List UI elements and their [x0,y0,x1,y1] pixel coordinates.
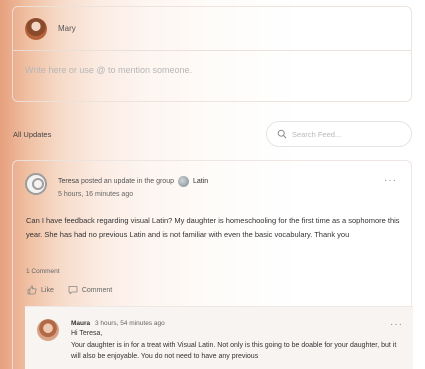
post-header: Teresa posted an update in the group Lat… [25,173,208,198]
feed-title: All Updates [13,129,52,139]
comment-greeting: Hi Teresa, [71,330,103,337]
search-input[interactable] [292,129,402,139]
comment-header: Maura 3 hours, 54 minutes ago [71,320,401,327]
comment-count[interactable]: 1 Comment [26,268,60,275]
comment-more-options-button[interactable]: ··· [390,319,403,330]
avatar[interactable] [37,319,59,341]
composer-user-name[interactable]: Mary [58,24,76,33]
comment-text: Hi Teresa, Your daughter is in for a tre… [71,328,401,363]
post-composer: Mary [12,6,412,102]
post-meta: Teresa posted an update in the group Lat… [58,176,208,198]
post-headline: Teresa posted an update in the group Lat… [58,176,208,187]
comment-button[interactable]: Comment [68,285,112,295]
activity-post: Teresa posted an update in the group Lat… [12,160,413,369]
thumbs-up-icon [27,285,37,295]
post-author[interactable]: Teresa [58,178,79,185]
feed-header: All Updates [12,118,412,150]
comment-body: Your daughter is in for a treat with Vis… [71,341,397,361]
comment-icon [68,286,78,295]
post-body: Can I have feedback regarding visual Lat… [26,216,400,239]
comment-item: Maura 3 hours, 54 minutes ago Hi Teresa,… [25,306,413,369]
group-icon[interactable] [178,176,189,187]
comment-content: Maura 3 hours, 54 minutes ago Hi Teresa,… [71,320,401,363]
post-timestamp[interactable]: 5 hours, 16 minutes ago [58,191,208,198]
composer-input[interactable] [25,65,385,75]
avatar[interactable] [25,173,47,195]
comment-timestamp[interactable]: 3 hours, 54 minutes ago [95,320,165,327]
composer-header: Mary [13,7,411,51]
avatar[interactable] [25,17,47,40]
search-box[interactable] [266,121,412,147]
like-label: Like [41,286,54,294]
post-action-text: posted an update in the group [80,178,174,185]
search-icon [277,129,287,139]
group-name[interactable]: Latin [193,178,208,185]
like-button[interactable]: Like [27,285,54,295]
comment-label: Comment [81,286,113,294]
post-actions: Like Comment [27,285,126,295]
more-options-button[interactable]: ··· [384,175,397,186]
comment-author[interactable]: Maura [71,320,90,327]
